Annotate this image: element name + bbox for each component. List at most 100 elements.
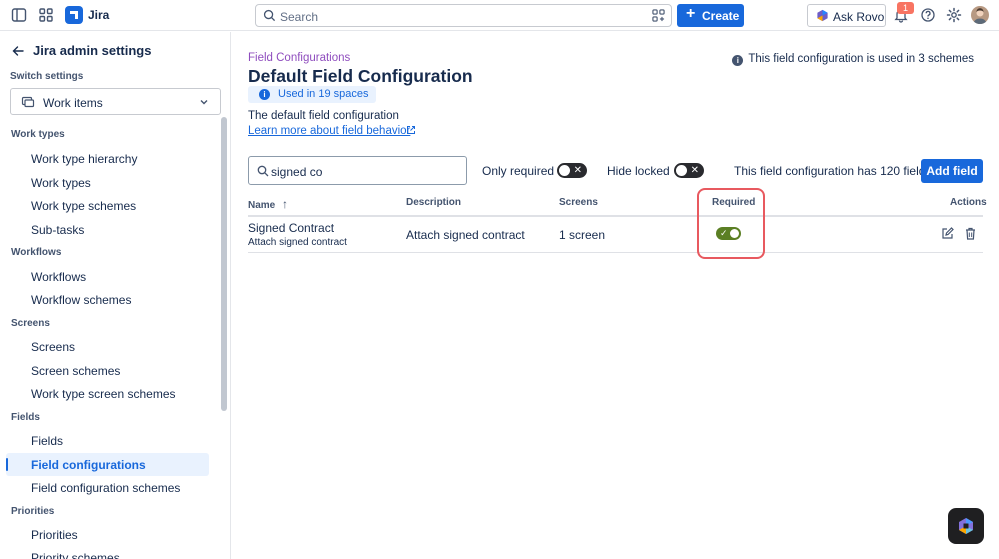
page-description: The default field configuration — [248, 110, 399, 122]
rovo-icon — [817, 9, 828, 22]
table-row-divider — [248, 252, 983, 253]
help-icon[interactable] — [920, 7, 936, 23]
section-work-types: Work types — [11, 129, 65, 140]
switch-settings-label: Switch settings — [10, 71, 84, 82]
scheme-usage-text: This field configuration is used in 3 sc… — [748, 53, 974, 65]
field-description: Attach signed contract — [406, 228, 525, 242]
section-priorities: Priorities — [11, 506, 55, 517]
table-header-divider — [248, 215, 983, 217]
field-subtitle: Attach signed contract — [248, 237, 347, 248]
back-arrow-icon[interactable] — [11, 44, 25, 58]
rovo-chat-button[interactable] — [948, 508, 984, 544]
field-name: Signed Contract — [248, 221, 335, 235]
delete-trash-icon[interactable] — [964, 227, 977, 240]
sidebar-item-label: Field configurations — [31, 458, 146, 472]
only-required-label: Only required — [482, 164, 555, 178]
sidebar-item-label: Field configuration schemes — [31, 481, 181, 495]
column-header-actions: Actions — [950, 197, 987, 208]
sidebar-item-label: Fields — [31, 434, 64, 448]
used-in-spaces-label: Used in 19 spaces — [278, 88, 369, 100]
hide-locked-label: Hide locked — [607, 164, 670, 178]
used-in-spaces-badge[interactable]: i Used in 19 spaces — [248, 86, 376, 103]
column-header-description: Description — [406, 197, 462, 208]
learn-more-link[interactable]: Learn more about field behavior — [248, 125, 410, 137]
sidebar-item-priority-schemes[interactable]: Priority schemes — [6, 546, 209, 559]
jira-logo-icon[interactable] — [65, 6, 83, 24]
sidebar-item-label: Work type hierarchy — [31, 152, 138, 166]
sidebar-item-label: Screen schemes — [31, 364, 121, 378]
sort-arrow-up-icon: ↑ — [282, 197, 289, 211]
close-icon: ✕ — [690, 165, 699, 176]
search-placeholder: Search — [280, 10, 319, 24]
sidebar-item-work-type-schemes[interactable]: Work type schemes — [6, 194, 209, 217]
hide-locked-toggle[interactable]: ✕ — [674, 163, 704, 178]
top-navigation: Jira Search + Create Ask Rovo 1 — [0, 0, 999, 31]
info-icon: i — [259, 89, 270, 100]
create-button[interactable]: + Create — [677, 4, 744, 27]
switch-settings-select[interactable]: Work items — [10, 88, 221, 115]
field-count-text: This field configuration has 120 fields — [734, 164, 932, 178]
column-header-screens: Screens — [559, 197, 598, 208]
user-avatar[interactable] — [971, 6, 989, 24]
sidebar-item-label: Workflow schemes — [31, 293, 132, 307]
rovo-icon — [959, 518, 973, 534]
app-name[interactable]: Jira — [88, 8, 109, 22]
sidebar-item-label: Work type screen schemes — [31, 387, 176, 401]
sidebar-item-label: Work type schemes — [31, 199, 137, 213]
search-icon — [257, 165, 269, 177]
sidebar-item-label: Screens — [31, 340, 76, 354]
field-screens: 1 screen — [559, 228, 606, 242]
only-required-toggle[interactable]: ✕ — [557, 163, 587, 178]
column-header-label: Name — [248, 200, 276, 211]
sidebar-item-workflows[interactable]: Workflows — [6, 265, 209, 288]
sidebar-item-sub-tasks[interactable]: Sub-tasks — [6, 218, 209, 241]
edit-icon[interactable] — [941, 227, 954, 240]
sidebar-item-work-type-hierarchy[interactable]: Work type hierarchy — [6, 147, 209, 170]
sidebar-item-label: Sub-tasks — [31, 223, 85, 237]
chevron-down-icon — [200, 100, 208, 105]
sidebar-scrollbar[interactable] — [221, 117, 227, 411]
column-header-name[interactable]: Name ↑ — [248, 197, 288, 211]
sidebar-item-label: Priority schemes — [31, 551, 120, 559]
sidebar-item-screens[interactable]: Screens — [6, 335, 209, 358]
sidebar-item-work-types[interactable]: Work types — [6, 171, 209, 194]
create-label: Create — [702, 9, 740, 23]
search-input[interactable]: Search — [255, 4, 672, 27]
sidebar-item-field-configurations[interactable]: Field configurations — [6, 453, 209, 476]
admin-sidebar: Jira admin settings Switch settings Work… — [0, 32, 231, 559]
close-icon: ✕ — [573, 165, 582, 176]
sidebar-item-label: Work types — [31, 176, 91, 190]
sidebar-item-field-configuration-schemes[interactable]: Field configuration schemes — [6, 476, 209, 499]
sidebar-item-label: Priorities — [31, 528, 78, 542]
work-items-icon — [21, 96, 35, 108]
add-field-button[interactable]: Add field — [921, 159, 983, 183]
section-fields: Fields — [11, 412, 40, 423]
ask-rovo-label: Ask Rovo — [833, 10, 885, 24]
scheme-usage-info: i This field configuration is used in 3 s… — [732, 53, 974, 66]
search-filter-icon[interactable] — [652, 9, 665, 22]
section-screens: Screens — [11, 318, 50, 329]
app-switcher-icon[interactable] — [38, 7, 54, 23]
info-icon: i — [732, 55, 744, 66]
sidebar-item-label: Workflows — [31, 270, 87, 284]
notification-count-badge: 1 — [897, 2, 914, 14]
sidebar-item-fields[interactable]: Fields — [6, 429, 209, 452]
breadcrumb[interactable]: Field Configurations — [248, 52, 350, 64]
settings-gear-icon[interactable] — [946, 7, 962, 23]
plus-icon: + — [686, 5, 696, 22]
sidebar-toggle-icon[interactable] — [11, 7, 27, 23]
ask-rovo-button[interactable]: Ask Rovo — [807, 4, 886, 27]
search-icon — [263, 9, 276, 22]
sidebar-item-screen-schemes[interactable]: Screen schemes — [6, 359, 209, 382]
required-column-highlight — [697, 188, 765, 259]
switch-settings-value: Work items — [43, 96, 103, 110]
filter-value: signed co — [271, 165, 323, 179]
sidebar-item-workflow-schemes[interactable]: Workflow schemes — [6, 288, 209, 311]
page-title: Default Field Configuration — [248, 66, 473, 86]
sidebar-item-work-type-screen-schemes[interactable]: Work type screen schemes — [6, 382, 209, 405]
field-filter-input[interactable]: signed co — [248, 156, 467, 185]
section-workflows: Workflows — [11, 247, 62, 258]
sidebar-title: Jira admin settings — [33, 43, 152, 58]
sidebar-item-priorities[interactable]: Priorities — [6, 523, 209, 546]
external-link-icon — [407, 126, 415, 134]
